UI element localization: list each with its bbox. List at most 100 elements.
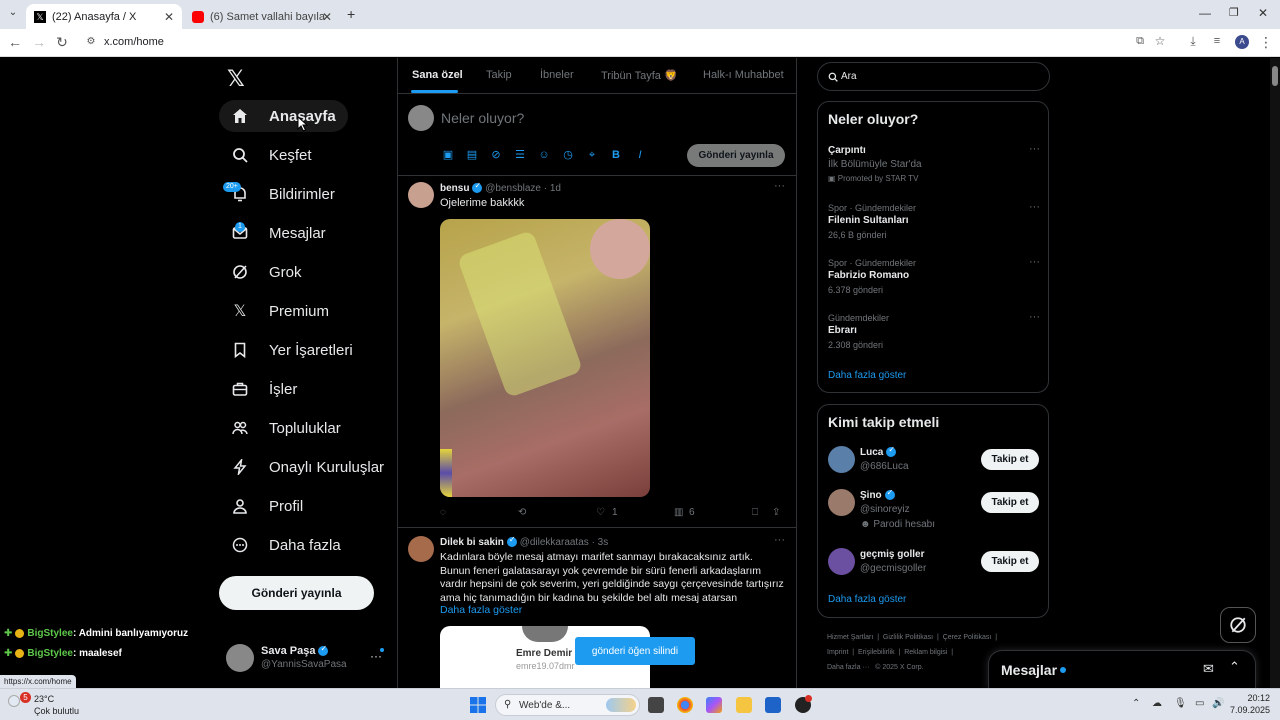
clock-date[interactable]: 7.09.2025 [1226,705,1270,715]
like-icon[interactable]: ♡ [596,507,605,518]
minimize-icon[interactable]: — [1199,6,1211,20]
post-button[interactable]: Gönderi yayınla [219,576,374,610]
post-image[interactable] [440,219,650,497]
chrome-icon[interactable] [677,697,693,713]
clock-time[interactable]: 20:12 [1230,693,1270,703]
emoji-icon[interactable]: ☺ [538,149,550,161]
url-field[interactable]: x.com/home [104,36,164,48]
tab-list-icon[interactable]: ⌄ [6,7,20,21]
image-icon[interactable]: ▣ [442,149,454,161]
browser-tab-youtube[interactable]: (6) Samet vallahi bayılacam #fe ✕ [184,4,340,29]
tab-following[interactable]: Takip [486,69,512,81]
install-app-icon[interactable]: ⧉ [1131,35,1149,48]
more-horizontal-icon[interactable]: ··· [1029,143,1040,155]
weather-desc[interactable]: Çok bulutlu [34,706,79,716]
more-horizontal-icon[interactable]: ··· [1029,256,1040,268]
gif-icon[interactable]: ▤ [466,149,478,161]
avatar[interactable] [408,182,434,208]
scrollbar-thumb[interactable] [1272,66,1278,86]
footer-more-link[interactable]: Daha fazla ··· [827,664,869,671]
reply-icon[interactable]: ◌ [440,507,446,518]
follow-button[interactable]: Takip et [981,492,1039,513]
tab-list-1[interactable]: İbneler [540,69,574,81]
close-icon[interactable]: ✕ [164,10,174,24]
browser-menu-icon[interactable]: ⋮ [1257,34,1275,51]
volume-icon[interactable]: 🔊 [1212,698,1224,709]
post-time[interactable]: · 1d [544,183,561,194]
more-horizontal-icon[interactable]: ··· [1029,201,1040,213]
close-icon[interactable]: ✕ [322,10,332,24]
cloud-icon[interactable]: ☁ [1152,698,1162,709]
account-switcher[interactable]: Sava Paşa @YannisSavaPasa ··· [226,644,388,686]
sidebar-item-jobs[interactable]: İşler [219,373,309,405]
bookmark-icon[interactable]: ⎕ [752,507,758,518]
post-handle[interactable]: @dilekkaraatas [520,537,589,548]
sidebar-item-profile[interactable]: Profil [219,490,315,522]
trend-item[interactable]: Spor · Gündemdekiler Fabrizio Romano 6.3… [818,253,1050,303]
sidebar-item-grok[interactable]: Grok [219,256,314,288]
network-icon[interactable]: ▭ [1195,698,1204,709]
sidebar-item-explore[interactable]: Keşfet [219,139,324,171]
views-icon[interactable]: ▥ [674,507,683,518]
more-horizontal-icon[interactable]: ··· [774,180,785,192]
back-icon[interactable]: ← [6,34,24,50]
follow-button[interactable]: Takip et [981,551,1039,572]
composer-input[interactable]: Neler oluyor? [441,110,524,126]
reload-icon[interactable]: ↻ [53,34,71,51]
sidebar-item-verified-orgs[interactable]: Onaylı Kuruluşlar [219,451,396,483]
copilot-icon[interactable] [706,697,722,713]
follow-suggestion[interactable]: Luca @686Luca Takip et [818,443,1050,479]
post-handle[interactable]: @bensblaze [485,183,541,194]
download-icon[interactable]: ⤓ [1184,34,1202,49]
bold-icon[interactable]: B [610,149,622,161]
file-explorer-icon[interactable] [736,697,752,713]
trend-item[interactable]: Gündemdekiler Ebrarı 2.308 gönderi ··· [818,308,1050,358]
grok-floating-button[interactable] [1220,607,1256,643]
forward-icon[interactable]: → [30,34,48,50]
post[interactable]: bensu @bensblaze · 1d ··· Ojelerime bakk… [398,176,796,527]
location-icon[interactable]: ⌖ [586,149,598,161]
trend-item[interactable]: Çarpıntı İlk Bölümüyle Star'da ▣ Promote… [818,140,1050,188]
sidebar-item-communities[interactable]: Topluluklar [219,412,353,444]
footer-link[interactable]: Imprint [827,649,848,656]
chevron-up-icon[interactable]: ⌃ [1229,659,1240,675]
scrollbar[interactable] [1270,58,1280,688]
media-control-icon[interactable]: ≡ [1208,35,1226,47]
repost-icon[interactable]: ⟲ [518,507,526,518]
search-box[interactable]: Ara [817,62,1050,91]
sidebar-item-bookmarks[interactable]: Yer İşaretleri [219,334,365,366]
trend-item[interactable]: Spor · Gündemdekiler Filenin Sultanları … [818,198,1050,248]
show-more-link[interactable]: Daha fazla göster [440,604,522,616]
sidebar-item-premium[interactable]: 𝕏 Premium [219,295,341,327]
tab-for-you[interactable]: Sana özel [412,69,463,81]
poll-icon[interactable]: ☰ [514,149,526,161]
sidebar-item-notifications[interactable]: Bildirimler 20+ [219,178,347,210]
follow-button[interactable]: Takip et [981,449,1039,470]
tab-list-3[interactable]: Halk-ı Muhabbet [703,69,784,81]
schedule-icon[interactable]: ◷ [562,149,574,161]
more-horizontal-icon[interactable]: ··· [774,534,785,546]
post-author[interactable]: bensu [440,183,469,194]
weather-icon[interactable] [8,695,20,707]
footer-link[interactable]: Erişilebilirlik [858,649,895,656]
weather-temp[interactable]: 23°C [34,694,54,704]
footer-link[interactable]: Çerez Politikası [943,634,992,641]
site-info-icon[interactable]: ⚙ [82,36,100,47]
restore-icon[interactable]: ❐ [1229,6,1239,19]
sidebar-item-messages[interactable]: Mesajlar 1 [219,217,338,249]
windows-start-icon[interactable] [470,697,486,713]
avatar[interactable] [828,446,855,473]
microphone-icon[interactable]: 🎙 [1174,698,1187,709]
avatar[interactable] [828,489,855,516]
more-horizontal-icon[interactable]: ··· [1029,311,1040,323]
tab-list-2[interactable]: Tribün Tayfa 🦁 [601,69,678,82]
footer-link[interactable]: Reklam bilgisi [904,649,947,656]
footer-link[interactable]: Hizmet Şartları [827,634,873,641]
taskbar-search[interactable]: ⚲ Web'de &... [495,694,640,716]
follow-suggestion[interactable]: geçmiş goller @gecmisgoller Takip et [818,545,1050,581]
post-author[interactable]: Dilek bi sakin [440,537,504,548]
trends-show-more-link[interactable]: Daha fazla göster [828,370,906,381]
composer-post-button[interactable]: Gönderi yayınla [687,144,785,167]
new-message-icon[interactable]: ✉ [1203,661,1214,677]
share-icon[interactable]: ⇪ [772,507,780,518]
